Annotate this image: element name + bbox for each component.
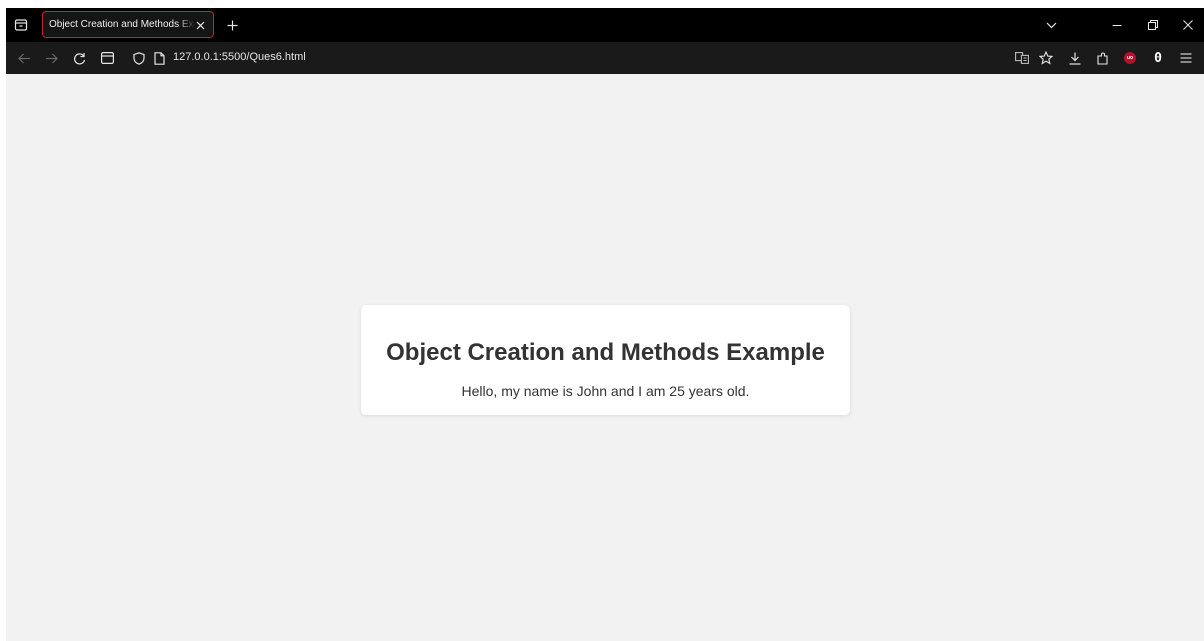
list-all-tabs-button[interactable] bbox=[1041, 15, 1061, 35]
forward-button[interactable] bbox=[41, 48, 61, 68]
app-menu-button[interactable] bbox=[1176, 48, 1196, 68]
page-content: Object Creation and Methods Example Hell… bbox=[6, 74, 1204, 641]
extension-badge-count: 0 bbox=[1154, 50, 1162, 66]
tab-close-button[interactable] bbox=[193, 18, 207, 32]
ublock-icon: uo bbox=[1124, 52, 1136, 64]
active-tab[interactable]: Object Creation and Methods Example bbox=[42, 11, 214, 38]
site-info-button[interactable] bbox=[149, 48, 169, 68]
extensions-icon bbox=[1096, 51, 1109, 65]
address-bar-url[interactable]: 127.0.0.1:5500/Ques6.html bbox=[173, 51, 306, 63]
chevron-down-icon bbox=[1046, 22, 1057, 29]
minimize-button[interactable] bbox=[1107, 15, 1127, 35]
minimize-icon bbox=[1112, 20, 1122, 30]
page-heading: Object Creation and Methods Example bbox=[386, 339, 825, 366]
tab-list-button[interactable] bbox=[10, 14, 32, 36]
greeting-message: Hello, my name is John and I am 25 years… bbox=[461, 383, 750, 399]
translate-icon bbox=[1015, 52, 1029, 64]
download-icon bbox=[1069, 52, 1081, 65]
restore-icon bbox=[1148, 20, 1158, 30]
tab-title: Object Creation and Methods Example bbox=[49, 19, 195, 30]
back-button[interactable] bbox=[14, 48, 34, 68]
bookmark-button[interactable] bbox=[1036, 48, 1056, 68]
shield-icon bbox=[133, 51, 145, 65]
restore-button[interactable] bbox=[1143, 15, 1163, 35]
close-icon bbox=[196, 21, 205, 30]
reload-icon bbox=[73, 52, 86, 65]
translate-button[interactable] bbox=[1012, 48, 1032, 68]
extension-badge-button[interactable]: 0 bbox=[1148, 48, 1168, 68]
plus-icon bbox=[227, 20, 238, 31]
navigation-toolbar: 127.0.0.1:5500/Ques6.html uo 0 bbox=[6, 42, 1204, 74]
window-close-button[interactable] bbox=[1178, 15, 1198, 35]
sidebar-icon bbox=[100, 52, 114, 64]
sidebar-button[interactable] bbox=[97, 48, 117, 68]
forward-arrow-icon bbox=[45, 53, 58, 64]
new-tab-button[interactable] bbox=[222, 15, 242, 35]
tab-bar: Object Creation and Methods Example bbox=[6, 8, 1204, 42]
tracking-protection-button[interactable] bbox=[129, 48, 149, 68]
page-icon bbox=[153, 51, 165, 65]
ublock-button[interactable]: uo bbox=[1120, 48, 1140, 68]
browser-window: Object Creation and Methods Example bbox=[6, 8, 1204, 641]
tab-list-icon bbox=[14, 18, 28, 32]
content-card: Object Creation and Methods Example Hell… bbox=[361, 305, 850, 415]
reload-button[interactable] bbox=[69, 48, 89, 68]
back-arrow-icon bbox=[17, 53, 31, 64]
extensions-button[interactable] bbox=[1092, 48, 1112, 68]
menu-icon bbox=[1180, 53, 1192, 63]
downloads-button[interactable] bbox=[1065, 48, 1085, 68]
close-icon bbox=[1183, 20, 1193, 30]
star-icon bbox=[1039, 51, 1053, 65]
